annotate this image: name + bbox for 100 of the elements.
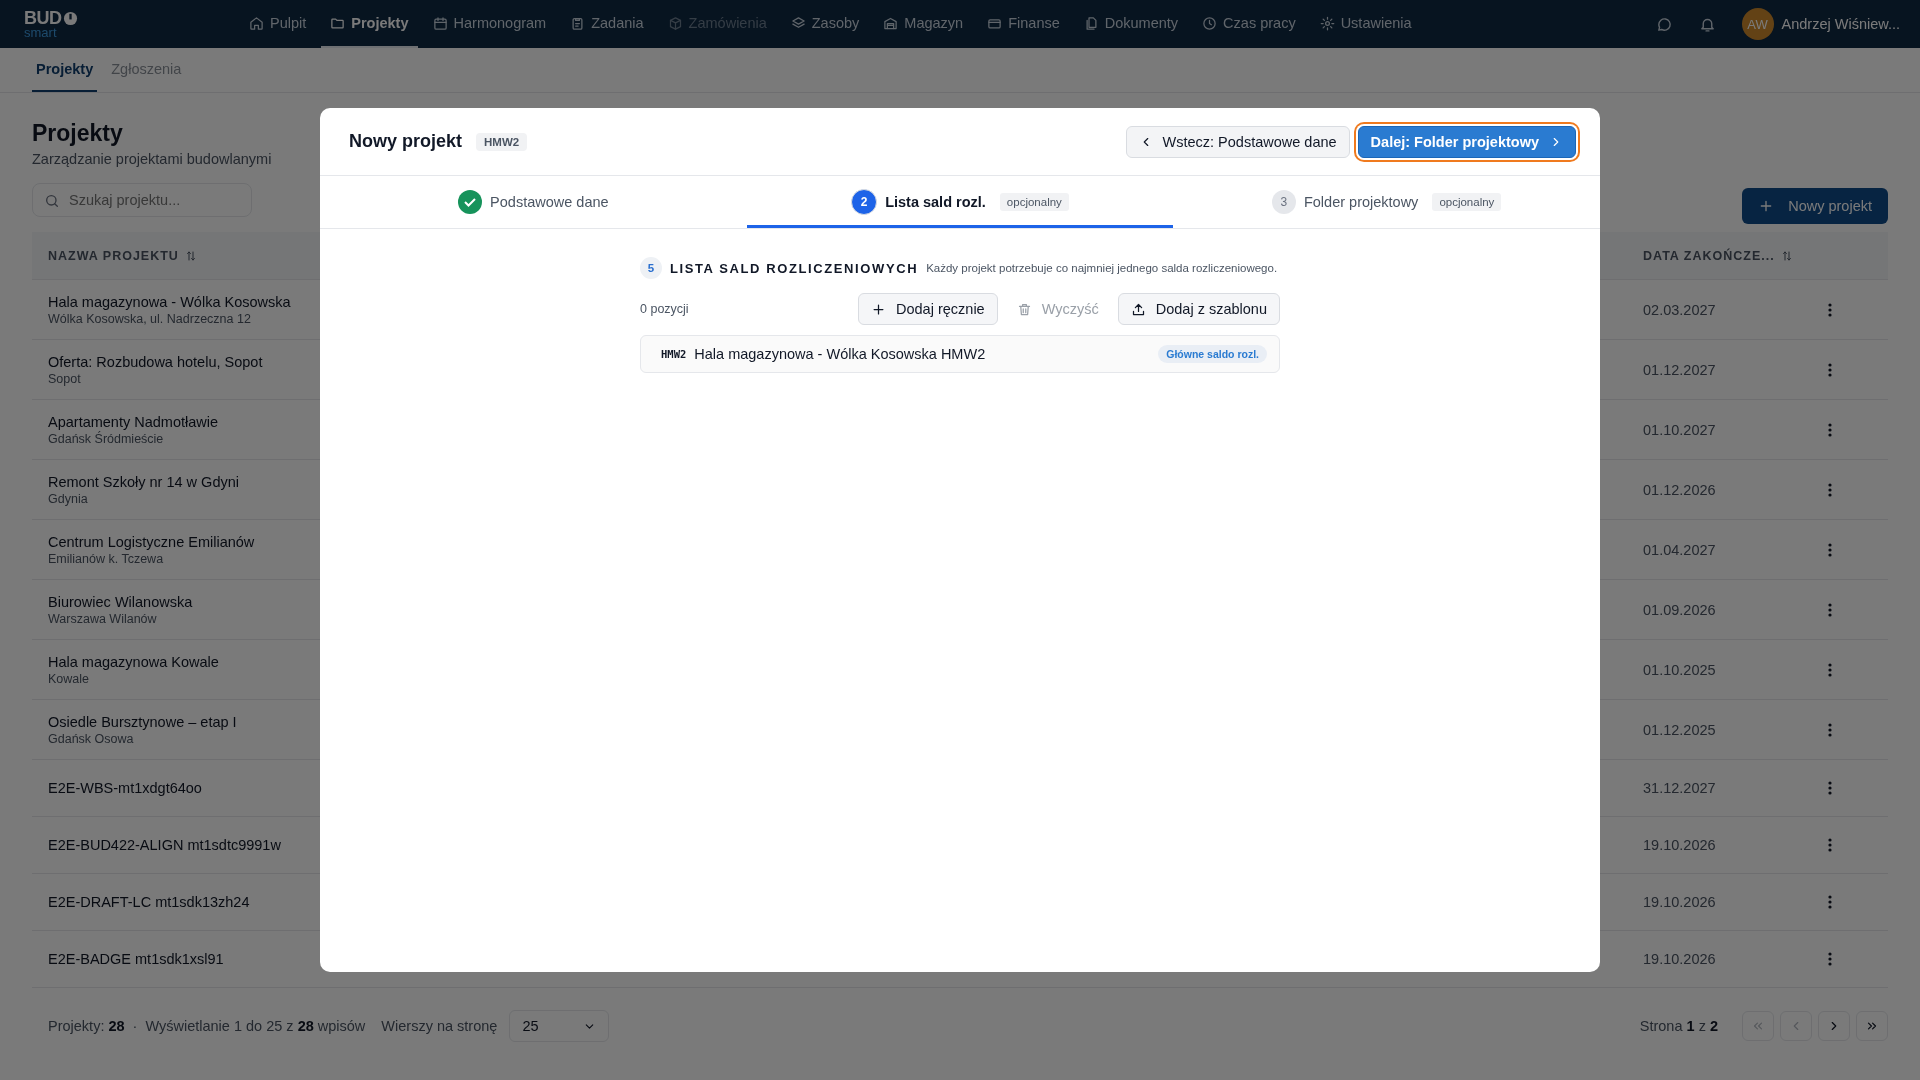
column-header[interactable]: DATA ZAKOŃCZE... <box>1643 248 1775 263</box>
projects-count: Projekty: 28 <box>48 1018 125 1034</box>
rows-per-page-label: Wierszy na stronę <box>381 1018 498 1034</box>
more-icon[interactable] <box>1828 722 1832 737</box>
section-title: LISTA SALD ROZLICZENIOWYCH <box>670 260 919 276</box>
project-location: Gdańsk Osowa <box>48 731 134 746</box>
logo-icon <box>62 10 78 26</box>
project-name[interactable]: Osiedle Bursztynowe – etap I <box>48 713 237 730</box>
trash-icon <box>1016 301 1032 317</box>
clock-icon <box>1202 15 1218 31</box>
step-number: 3 <box>1271 190 1296 214</box>
more-icon[interactable] <box>1828 838 1832 852</box>
balance-item[interactable]: HMW2 Hala magazynowa - Wólka Kosowska HMW2 Główne saldo rozl. <box>640 335 1280 373</box>
project-name[interactable]: Centrum Logistyczne Emilianów <box>48 533 255 550</box>
project-name[interactable]: Biurowiec Wilanowska <box>48 593 193 610</box>
nav-tab[interactable]: Ustawienia <box>1310 0 1421 48</box>
nav-tab[interactable]: Pulpit <box>240 0 316 48</box>
page-indicator: Strona 1 z 2 <box>1639 1018 1718 1034</box>
upload-icon <box>1130 301 1146 317</box>
project-name[interactable]: Hala magazynowa - Wólka Kosowska <box>48 293 291 310</box>
section-count: 5 <box>640 257 662 279</box>
end-date: 19.10.2026 <box>1643 837 1717 853</box>
layers-icon <box>790 15 806 31</box>
project-location: Kowale <box>48 671 89 686</box>
more-icon[interactable] <box>1828 952 1832 966</box>
project-name[interactable]: E2E-BUD422-ALIGN mt1sdtc9991w <box>48 837 281 853</box>
item-name: Hala magazynowa - Wólka Kosowska HMW2 <box>694 346 986 362</box>
more-icon[interactable] <box>1828 362 1832 377</box>
nav-tab[interactable]: Magazyn <box>874 0 973 48</box>
nav-tab[interactable]: Dokumenty <box>1074 0 1188 48</box>
action-button[interactable]: Dodaj ręcznie <box>858 293 998 325</box>
optional-tag: opcjonalny <box>999 193 1069 211</box>
end-date: 01.12.2026 <box>1643 481 1717 498</box>
more-icon[interactable] <box>1828 302 1832 317</box>
more-icon[interactable] <box>1828 895 1832 909</box>
plus-icon <box>871 301 886 317</box>
nav-tab[interactable]: Zadania <box>561 0 653 48</box>
project-location: Sopot <box>48 371 81 386</box>
nav-tab[interactable]: Zasoby <box>781 0 869 48</box>
more-icon[interactable] <box>1828 542 1832 557</box>
sort-icon <box>1780 249 1793 262</box>
calendar-icon <box>432 15 448 31</box>
page-title: Projekty <box>32 120 124 147</box>
chat-icon[interactable] <box>1655 15 1673 33</box>
step-label: Lista sald rozl. <box>885 194 986 210</box>
sub-tab[interactable]: Projekty <box>32 48 98 92</box>
project-name[interactable]: Remont Szkoły nr 14 w Gdyni <box>48 473 239 490</box>
project-name[interactable]: Hala magazynowa Kowale <box>48 653 219 670</box>
new-project-button[interactable]: Nowy projekt <box>1742 188 1888 224</box>
nav-tab[interactable]: Czas pracy <box>1193 0 1305 48</box>
project-code-badge: HMW2 <box>476 132 528 151</box>
more-icon[interactable] <box>1828 482 1832 497</box>
more-icon[interactable] <box>1828 662 1832 677</box>
step-tab[interactable]: 3 Folder projektowy opcjonalny <box>1173 176 1600 228</box>
rows-per-page-select[interactable]: 25 <box>509 1010 610 1042</box>
action-button[interactable]: Dodaj z szablonu <box>1117 293 1280 325</box>
more-icon[interactable] <box>1828 602 1832 617</box>
end-date: 31.12.2027 <box>1643 780 1717 796</box>
back-button[interactable]: Wstecz: Podstawowe dane <box>1125 125 1350 158</box>
item-code: HMW2 <box>661 348 687 360</box>
project-name[interactable]: E2E-WBS-mt1xdgt64oo <box>48 780 202 796</box>
last-page-button[interactable] <box>1856 1011 1888 1041</box>
nav-tab[interactable]: Finanse <box>978 0 1069 48</box>
nav-tab[interactable]: Harmonogram <box>423 0 556 48</box>
column-header[interactable]: NAZWA PROJEKTU <box>48 248 179 263</box>
box-icon <box>667 15 683 31</box>
search-icon <box>44 193 60 209</box>
project-name[interactable]: E2E-BADGE mt1sdk1xsl91 <box>48 951 224 967</box>
project-location: Wólka Kosowska, ul. Nadrzeczna 12 <box>48 311 251 326</box>
project-name[interactable]: E2E-DRAFT-LC mt1sdk13zh24 <box>48 894 250 910</box>
step-tab[interactable]: 2 Lista sald rozl. opcjonalny <box>746 176 1174 228</box>
documents-icon <box>1083 15 1099 31</box>
project-location: Gdynia <box>48 491 88 506</box>
clipboard-icon <box>570 15 586 31</box>
end-date: 01.10.2027 <box>1643 421 1717 438</box>
logo-text: BUD <box>24 9 62 27</box>
end-date: 01.12.2025 <box>1643 721 1717 738</box>
search-field[interactable]: Szukaj projektu... <box>32 183 252 217</box>
settings-icon <box>1319 15 1335 31</box>
step-label: Folder projektowy <box>1303 194 1419 210</box>
user-name[interactable]: Andrzej Wiśniew... <box>1781 16 1900 32</box>
warehouse-icon <box>883 15 899 31</box>
step-number: 2 <box>851 189 878 215</box>
project-name[interactable]: Oferta: Rozbudowa hotelu, Sopot <box>48 353 263 370</box>
nav-tab[interactable]: Projekty <box>321 0 418 48</box>
step-label: Podstawowe dane <box>490 194 609 210</box>
logo-subtitle: smart <box>24 26 58 39</box>
more-icon[interactable] <box>1828 422 1832 437</box>
project-location: Gdańsk Śródmieście <box>48 431 164 446</box>
separator-dot: · <box>132 1018 138 1034</box>
step-tab[interactable]: Podstawowe dane <box>320 176 747 228</box>
double-chevron-left-icon <box>1751 1019 1765 1033</box>
end-date: 01.04.2027 <box>1643 541 1717 558</box>
page-subtitle: Zarządzanie projektami budowlanymi <box>32 151 272 167</box>
project-name[interactable]: Apartamenty Nadmotławie <box>48 413 219 430</box>
end-date: 02.03.2027 <box>1643 301 1717 318</box>
main-balance-badge: Główne saldo rozl. <box>1158 345 1267 363</box>
more-icon[interactable] <box>1828 781 1832 795</box>
project-location: Warszawa Wilanów <box>48 611 157 626</box>
modal-title: Nowy projekt <box>349 131 463 152</box>
